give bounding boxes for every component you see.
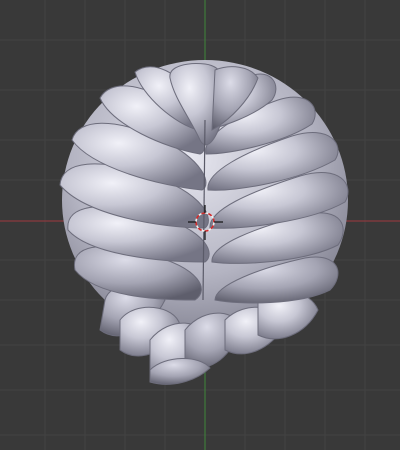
3d-viewport[interactable] [0, 0, 400, 450]
hair-mesh-model[interactable] [59, 60, 349, 385]
viewport-canvas[interactable] [0, 0, 400, 450]
